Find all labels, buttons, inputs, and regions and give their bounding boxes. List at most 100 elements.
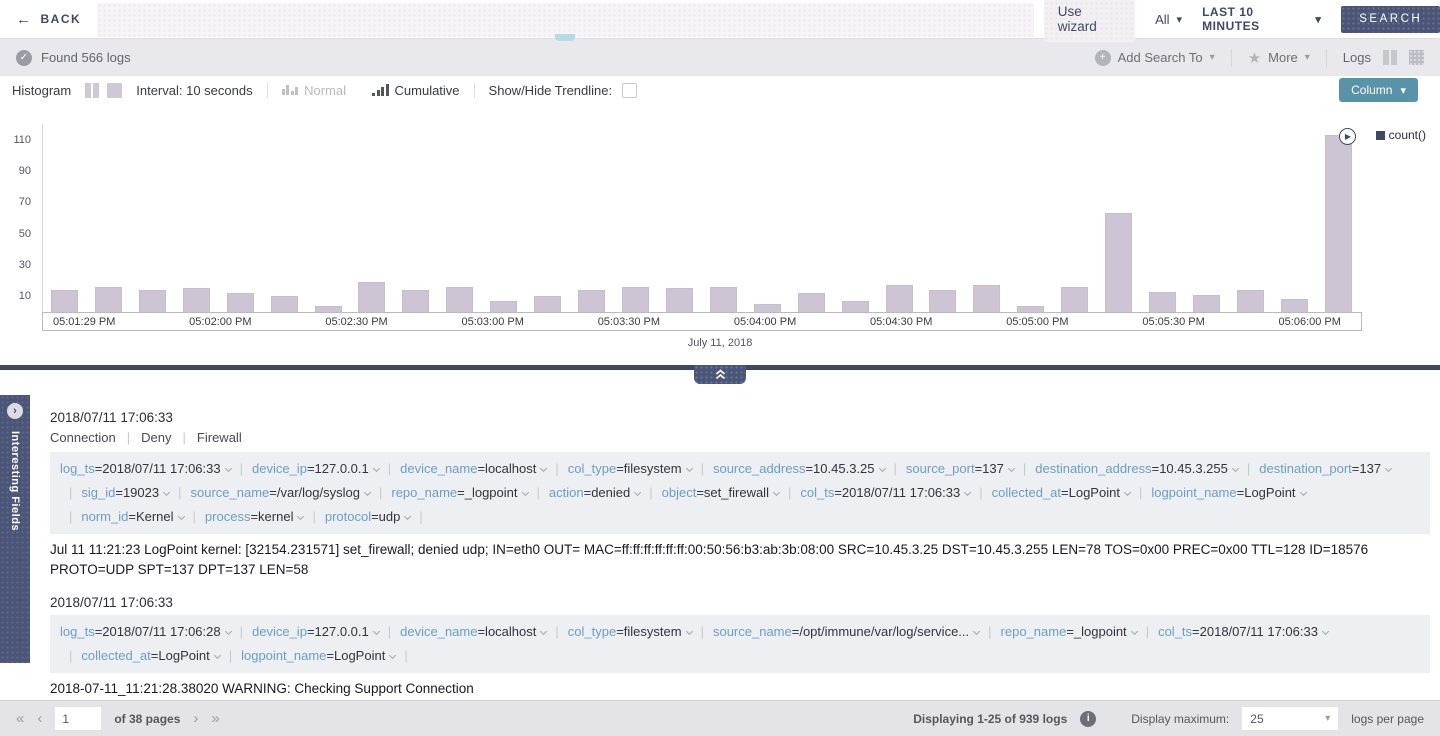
field-chip-col_ts[interactable]: col_ts=2018/07/11 17:06:33 [800, 485, 970, 500]
expand-panel-icon[interactable]: › [7, 403, 23, 419]
cumulative-toggle[interactable]: Cumulative [395, 83, 460, 98]
field-chip-sig_id[interactable]: sig_id=19023 [81, 485, 169, 500]
log-tag[interactable]: Connection [50, 430, 116, 445]
more-dropdown[interactable]: ★ More ▾ [1248, 49, 1310, 67]
histogram-bar[interactable] [886, 285, 913, 312]
field-chip-log_ts[interactable]: log_ts=2018/07/11 17:06:28 [60, 624, 231, 639]
divider [267, 82, 268, 98]
field-chip-collected_at[interactable]: collected_at=LogPoint [992, 485, 1130, 500]
field-chip-log_ts[interactable]: log_ts=2018/07/11 17:06:33 [60, 461, 231, 476]
histogram-bar[interactable] [139, 290, 166, 312]
last-page-button[interactable]: » [211, 711, 219, 726]
histogram-bar[interactable] [402, 290, 429, 312]
field-chip-source_port[interactable]: source_port=137 [906, 461, 1014, 476]
prev-page-button[interactable]: ‹ [37, 711, 42, 726]
log-tag[interactable]: Firewall [197, 430, 242, 445]
histogram-bar[interactable] [754, 304, 781, 312]
search-input[interactable] [97, 3, 1034, 37]
normal-toggle[interactable]: Normal [304, 83, 346, 98]
log-tag[interactable]: Deny [141, 430, 171, 445]
histogram-chart: count() 1109070503010 ▶ 05:01:29 PM05:02… [0, 104, 1440, 365]
log-field-chips: log_ts=2018/07/11 17:06:28|device_ip=127… [50, 615, 1430, 673]
field-chip-source_name[interactable]: source_name=/opt/immune/var/log/service.… [713, 624, 979, 639]
pagination-bar: « ‹ of 38 pages › » Displaying 1-25 of 9… [0, 700, 1440, 736]
histogram-split-icon[interactable] [85, 83, 99, 98]
histogram-bar[interactable] [95, 287, 122, 312]
search-resize-handle[interactable] [555, 34, 575, 41]
histogram-bar[interactable] [622, 287, 649, 312]
interesting-fields-panel-toggle[interactable]: › Interesting Fields [0, 395, 30, 663]
add-search-to-dropdown[interactable]: + Add Search To ▾ [1095, 50, 1215, 66]
field-chip-action[interactable]: action=denied [549, 485, 640, 500]
field-chip-device_ip[interactable]: device_ip=127.0.0.1 [252, 624, 379, 639]
display-maximum-select[interactable]: 25 ▾ [1242, 707, 1338, 730]
histogram-bar[interactable] [1281, 299, 1308, 312]
field-chip-device_name[interactable]: device_name=localhost [400, 461, 546, 476]
search-button[interactable]: SEARCH [1341, 6, 1440, 33]
log-timestamp: 2018/07/11 17:06:33 [50, 593, 1430, 612]
field-chip-logpoint_name[interactable]: logpoint_name=LogPoint [1151, 485, 1305, 500]
histogram-bar[interactable] [315, 306, 342, 312]
histogram-bar[interactable] [227, 293, 254, 312]
back-button[interactable]: ← BACK [0, 11, 97, 28]
field-chip-col_type[interactable]: col_type=filesystem [568, 624, 692, 639]
histogram-bar[interactable] [271, 296, 298, 312]
field-chip-col_ts[interactable]: col_ts=2018/07/11 17:06:33 [1158, 624, 1328, 639]
full-view-icon[interactable] [1409, 50, 1424, 65]
histogram-bar[interactable] [1017, 306, 1044, 312]
histogram-bar[interactable] [578, 290, 605, 312]
histogram-bar[interactable] [666, 288, 693, 312]
field-chip-device_name[interactable]: device_name=localhost [400, 624, 546, 639]
histogram-bar[interactable] [1149, 292, 1176, 312]
chart-type-dropdown[interactable]: Column ▾ [1339, 78, 1418, 102]
trendline-checkbox[interactable] [622, 83, 637, 98]
field-chip-norm_id[interactable]: norm_id=Kernel [81, 509, 183, 524]
use-wizard-button[interactable]: Use wizard [1044, 0, 1135, 42]
field-chip-collected_at[interactable]: collected_at=LogPoint [81, 648, 219, 663]
next-page-button[interactable]: › [193, 711, 198, 726]
field-chip-destination_port[interactable]: destination_port=137 [1259, 461, 1391, 476]
field-chip-source_name[interactable]: source_name=/var/log/syslog [191, 485, 370, 500]
chip-separator: | [178, 485, 181, 500]
histogram-bar[interactable] [490, 301, 517, 312]
histogram-bar[interactable] [358, 282, 385, 312]
histogram-bar[interactable] [929, 290, 956, 312]
field-chip-repo_name[interactable]: repo_name=_logpoint [1001, 624, 1137, 639]
chevron-down-icon [177, 513, 184, 520]
histogram-bar[interactable] [1105, 213, 1132, 312]
field-chip-logpoint_name[interactable]: logpoint_name=LogPoint [241, 648, 395, 663]
field-chip-protocol[interactable]: protocol=udp [325, 509, 411, 524]
y-axis-tick: 70 [19, 196, 31, 208]
field-chip-col_type[interactable]: col_type=filesystem [568, 461, 692, 476]
histogram-bar[interactable] [798, 293, 825, 312]
field-chip-device_ip[interactable]: device_ip=127.0.0.1 [252, 461, 379, 476]
info-icon[interactable]: i [1080, 711, 1096, 727]
field-chip-destination_address[interactable]: destination_address=10.45.3.255 [1035, 461, 1238, 476]
histogram-block-icon[interactable] [107, 83, 122, 98]
collapse-histogram-button[interactable] [694, 365, 746, 384]
legend-swatch [1376, 131, 1385, 140]
histogram-bar[interactable] [51, 290, 78, 312]
histogram-bar[interactable] [842, 301, 869, 312]
repo-scope-dropdown[interactable]: All ▾ [1155, 12, 1182, 27]
field-chip-source_address[interactable]: source_address=10.45.3.25 [713, 461, 885, 476]
field-chip-process[interactable]: process=kernel [205, 509, 304, 524]
page-number-input[interactable] [55, 707, 101, 730]
field-chip-object[interactable]: object=set_firewall [662, 485, 779, 500]
histogram-bar[interactable] [710, 287, 737, 312]
split-view-icon[interactable] [1383, 50, 1397, 65]
field-chip-repo_name[interactable]: repo_name=_logpoint [391, 485, 527, 500]
histogram-bar[interactable] [183, 288, 210, 312]
histogram-bar[interactable] [1061, 287, 1088, 312]
field-key: col_ts [1158, 624, 1192, 639]
histogram-bar[interactable] [973, 285, 1000, 312]
histogram-bar[interactable] [446, 287, 473, 312]
field-value: =137 [1352, 461, 1381, 476]
play-button[interactable]: ▶ [1339, 128, 1356, 145]
histogram-bar[interactable] [1237, 290, 1264, 312]
time-range-dropdown[interactable]: LAST 10 MINUTES ▾ [1202, 5, 1321, 33]
histogram-bar[interactable] [534, 296, 561, 312]
first-page-button[interactable]: « [16, 711, 24, 726]
histogram-bar[interactable] [1193, 295, 1220, 312]
histogram-bar[interactable] [1325, 135, 1352, 312]
